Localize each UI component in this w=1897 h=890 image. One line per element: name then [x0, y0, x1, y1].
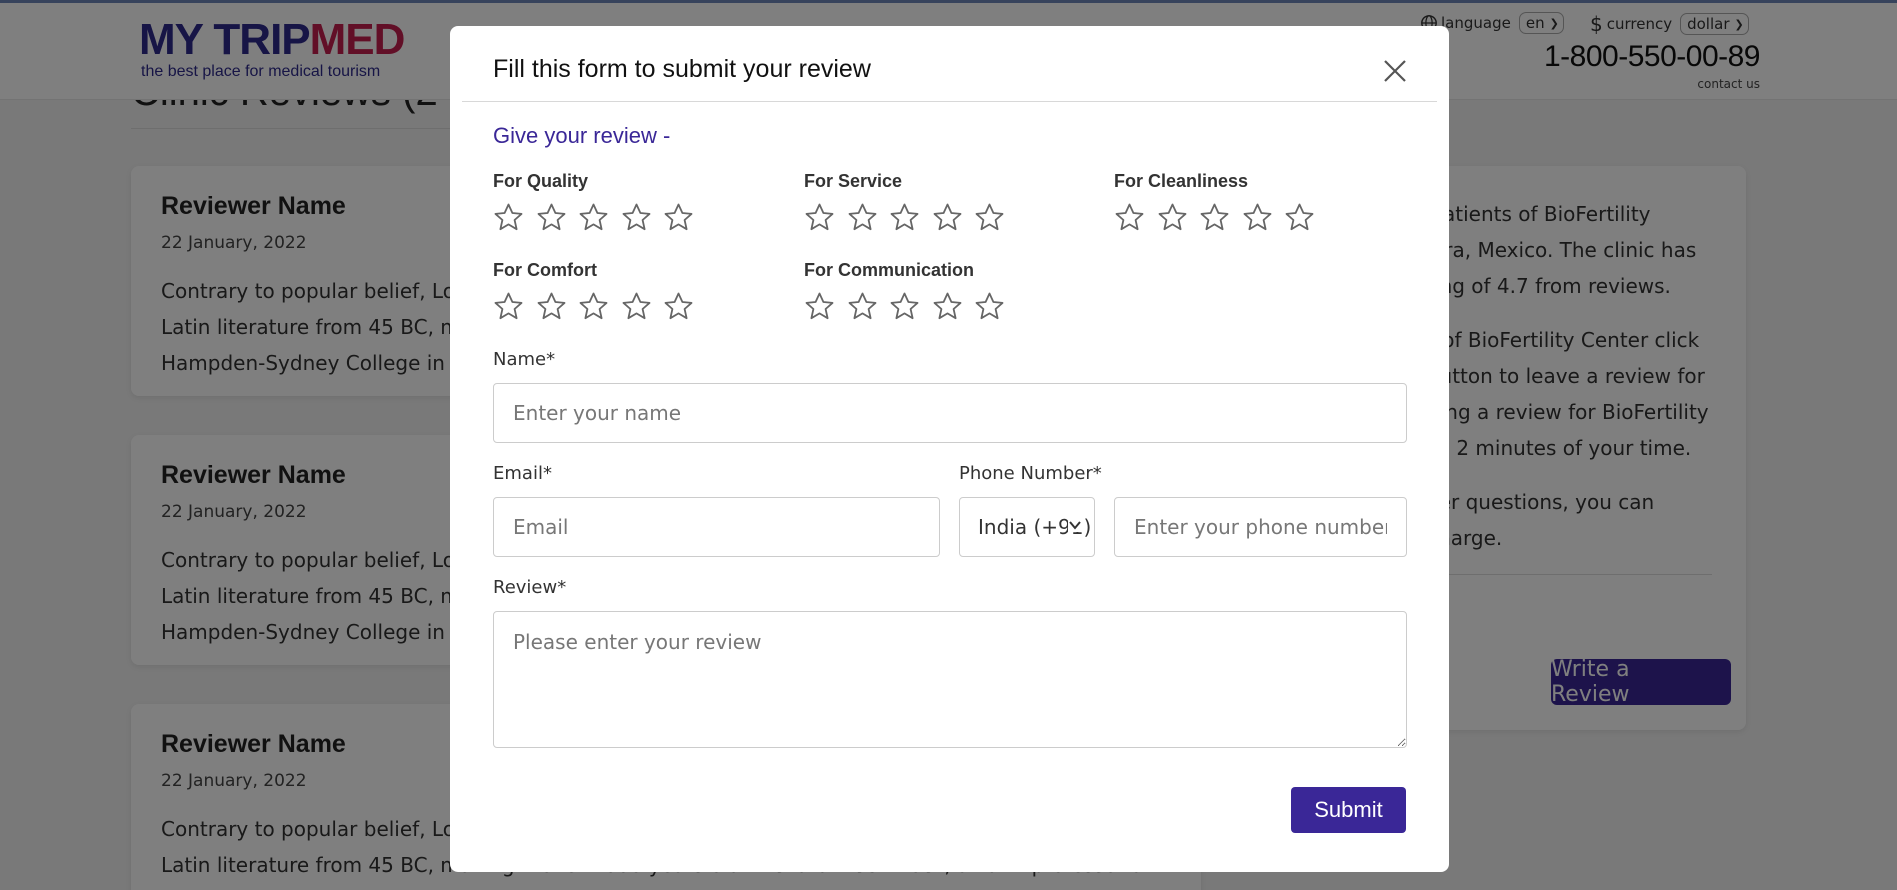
submit-button[interactable]: Submit	[1291, 787, 1406, 833]
star-icon[interactable]	[804, 291, 835, 322]
star-icon[interactable]	[847, 291, 878, 322]
star-icon[interactable]	[932, 202, 963, 233]
review-modal: Fill this form to submit your review Giv…	[450, 26, 1449, 872]
email-input[interactable]	[493, 497, 940, 557]
star-icon[interactable]	[1114, 202, 1145, 233]
modal-divider	[462, 101, 1437, 102]
star-icon[interactable]	[974, 202, 1005, 233]
star-icon[interactable]	[578, 202, 609, 233]
review-label: Review*	[493, 577, 567, 598]
star-icon[interactable]	[1242, 202, 1273, 233]
rating-communication: For Communication	[804, 260, 1017, 322]
modal-header: Fill this form to submit your review	[450, 26, 1449, 102]
rating-label: For Communication	[804, 260, 974, 280]
rating-service: For Service	[804, 171, 1017, 233]
star-icon[interactable]	[1157, 202, 1188, 233]
close-icon	[1384, 60, 1406, 82]
star-rating	[804, 202, 1017, 233]
star-icon[interactable]	[804, 202, 835, 233]
star-icon[interactable]	[621, 202, 652, 233]
rating-comfort: For Comfort	[493, 260, 706, 322]
email-label: Email*	[493, 463, 552, 484]
star-icon[interactable]	[493, 202, 524, 233]
star-icon[interactable]	[493, 291, 524, 322]
chevron-down-icon	[1068, 518, 1082, 532]
star-icon[interactable]	[974, 291, 1005, 322]
star-rating	[1114, 202, 1327, 233]
star-rating	[493, 202, 706, 233]
rating-label: For Cleanliness	[1114, 171, 1249, 191]
country-code-select[interactable]: India (+91)	[959, 497, 1095, 557]
star-icon[interactable]	[578, 291, 609, 322]
modal-title: Fill this form to submit your review	[493, 55, 871, 83]
star-rating	[493, 291, 706, 322]
star-icon[interactable]	[889, 202, 920, 233]
name-label: Name*	[493, 349, 556, 370]
star-icon[interactable]	[621, 291, 652, 322]
rating-quality: For Quality	[493, 171, 706, 233]
star-icon[interactable]	[536, 291, 567, 322]
review-textarea[interactable]	[493, 611, 1407, 748]
star-icon[interactable]	[889, 291, 920, 322]
star-icon[interactable]	[536, 202, 567, 233]
star-icon[interactable]	[663, 202, 694, 233]
star-icon[interactable]	[932, 291, 963, 322]
rating-label: For Quality	[493, 171, 589, 191]
close-button[interactable]	[1382, 58, 1408, 84]
star-icon[interactable]	[1284, 202, 1315, 233]
name-input[interactable]	[493, 383, 1407, 443]
star-icon[interactable]	[847, 202, 878, 233]
give-review-heading: Give your review -	[493, 123, 671, 148]
phone-input[interactable]	[1114, 497, 1407, 557]
rating-label: For Service	[804, 171, 903, 191]
star-icon[interactable]	[1199, 202, 1230, 233]
rating-cleanliness: For Cleanliness	[1114, 171, 1327, 233]
star-rating	[804, 291, 1017, 322]
phone-label: Phone Number*	[959, 463, 1102, 484]
rating-label: For Comfort	[493, 260, 597, 280]
star-icon[interactable]	[663, 291, 694, 322]
